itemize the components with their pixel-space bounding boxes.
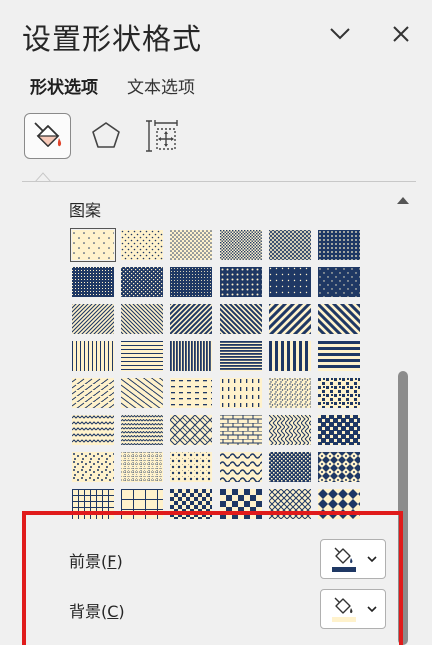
pattern-swatch[interactable] <box>268 452 311 482</box>
foreground-color-picker[interactable] <box>320 539 386 579</box>
pattern-swatch[interactable] <box>170 304 213 334</box>
pattern-swatch[interactable] <box>317 415 360 445</box>
pattern-swatch[interactable] <box>72 341 114 371</box>
pattern-swatch[interactable] <box>317 378 360 408</box>
pattern-swatch[interactable] <box>72 415 114 445</box>
pattern-swatch[interactable] <box>268 230 311 260</box>
effects-button[interactable] <box>82 113 129 159</box>
background-color-picker[interactable] <box>320 589 386 629</box>
close-icon <box>393 26 409 42</box>
pattern-swatch[interactable] <box>72 304 114 334</box>
pattern-swatch[interactable] <box>170 267 213 297</box>
divider <box>22 181 416 182</box>
close-panel-button[interactable] <box>386 20 416 48</box>
foreground-color-bar <box>332 567 356 572</box>
pattern-swatch[interactable] <box>121 230 164 260</box>
pattern-swatch[interactable] <box>121 267 164 297</box>
pattern-swatch[interactable] <box>72 267 114 297</box>
paint-bucket-icon <box>33 122 61 147</box>
pattern-swatch[interactable] <box>317 304 360 334</box>
tab-shape-options[interactable]: 形状选项 <box>30 73 98 98</box>
pattern-swatch[interactable] <box>317 452 360 482</box>
background-color-bar <box>332 617 356 622</box>
pattern-swatch[interactable] <box>121 415 164 445</box>
pattern-swatch[interactable] <box>219 230 262 260</box>
pattern-swatch[interactable] <box>317 230 360 260</box>
pattern-swatch[interactable] <box>268 415 311 445</box>
pattern-label: 图案 <box>69 201 102 220</box>
pattern-swatch[interactable] <box>317 267 360 297</box>
pattern-swatch[interactable] <box>72 452 114 482</box>
pattern-swatch[interactable] <box>121 341 164 371</box>
pattern-swatch[interactable] <box>219 267 262 297</box>
size-properties-button[interactable] <box>138 113 185 159</box>
pattern-swatch[interactable] <box>170 378 213 408</box>
pattern-gallery <box>70 228 360 519</box>
pattern-swatch[interactable] <box>317 341 360 371</box>
pattern-swatch[interactable] <box>268 304 311 334</box>
pattern-swatch[interactable] <box>219 341 262 371</box>
panel-title: 设置形状格式 <box>22 22 203 56</box>
pattern-swatch[interactable] <box>268 267 311 297</box>
pentagon-icon <box>91 122 120 148</box>
paint-bucket-icon <box>334 597 353 614</box>
pattern-swatch[interactable] <box>72 378 114 408</box>
scroll-up-arrow-icon[interactable] <box>396 195 410 205</box>
pattern-swatch[interactable] <box>170 341 213 371</box>
pattern-swatch[interactable] <box>219 378 262 408</box>
foreground-label: 前景(F) <box>69 552 123 571</box>
pattern-swatch[interactable] <box>121 452 164 482</box>
pattern-swatch[interactable] <box>268 378 311 408</box>
pattern-swatch[interactable] <box>268 341 311 371</box>
chevron-down-icon <box>367 555 377 562</box>
pattern-swatch[interactable] <box>121 304 164 334</box>
pattern-swatch[interactable] <box>121 378 164 408</box>
chevron-down-icon <box>367 605 377 612</box>
pattern-swatch[interactable] <box>70 228 116 262</box>
pattern-swatch[interactable] <box>170 415 213 445</box>
pattern-swatch[interactable] <box>219 304 262 334</box>
collapse-panel-button[interactable] <box>325 20 355 48</box>
chevron-down-icon <box>330 28 350 40</box>
tab-text-options[interactable]: 文本选项 <box>127 73 195 98</box>
paint-bucket-icon <box>334 547 353 564</box>
fill-line-button[interactable] <box>24 113 71 159</box>
size-layout-icon <box>145 120 178 152</box>
pattern-swatch[interactable] <box>219 452 262 482</box>
pattern-swatch[interactable] <box>170 230 213 260</box>
pattern-swatch[interactable] <box>170 452 213 482</box>
pattern-swatch[interactable] <box>219 415 262 445</box>
background-label: 背景(C) <box>69 602 125 621</box>
